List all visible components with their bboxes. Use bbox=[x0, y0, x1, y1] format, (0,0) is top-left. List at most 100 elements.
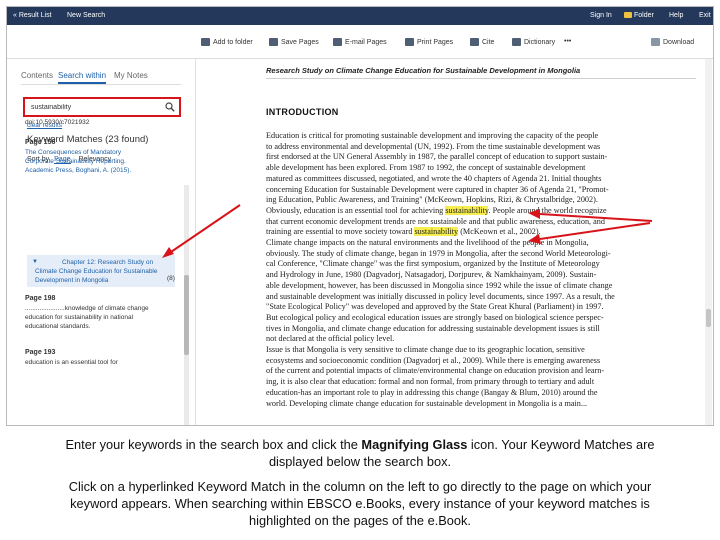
text-segment: Obviously, education is an essential too… bbox=[266, 205, 446, 215]
new-search-link[interactable]: New Search bbox=[67, 12, 105, 19]
text-segment: able development, however, has been disc… bbox=[266, 280, 613, 290]
chapter-match-count: (8) bbox=[167, 275, 175, 282]
text-line: matured as committees discussed, negotia… bbox=[266, 174, 601, 183]
text-segment: concerning Education for Sustainable Dev… bbox=[266, 184, 609, 194]
scrollbar-thumb[interactable] bbox=[706, 309, 711, 327]
text-line: and Hydrology in June, 1980 (Dagvadorj, … bbox=[266, 270, 596, 279]
search-box bbox=[23, 97, 181, 117]
text-segment: Climate change impacts on the natural en… bbox=[266, 238, 589, 247]
save-pages-button[interactable]: Save Pages bbox=[269, 38, 319, 46]
text-line: But ecological policy and ecological edu… bbox=[266, 313, 604, 322]
save-icon bbox=[269, 38, 278, 46]
text-segment: Issue is that Mongolia is very sensitive… bbox=[266, 345, 585, 354]
dictionary-icon bbox=[512, 38, 521, 46]
text-line: to address environmental and development… bbox=[266, 142, 600, 151]
tab-my-notes[interactable]: My Notes bbox=[114, 71, 148, 80]
text-segment: to address environmental and development… bbox=[266, 141, 601, 151]
text-line: education-has an important role to play … bbox=[266, 388, 598, 397]
chapter-title: Research Study on Climate Change Educati… bbox=[266, 66, 581, 75]
text-segment: not declared at the official policy leve… bbox=[266, 334, 395, 344]
tab-search-within[interactable]: Search within bbox=[58, 71, 107, 84]
text-line: not declared at the official policy leve… bbox=[266, 334, 394, 343]
result-snippet[interactable]: education is an essential tool for bbox=[25, 359, 118, 366]
text-segment: able development has been explored. From… bbox=[266, 163, 586, 173]
result-snippet[interactable]: educational standards. bbox=[25, 323, 90, 330]
text-line: first endorsed at the UN General Assembl… bbox=[266, 152, 607, 161]
text-segment: and sustainable development was initiall… bbox=[266, 291, 615, 301]
text-segment: . People around the world recognize bbox=[488, 205, 607, 215]
text-segment: ing, it is also clear that education: fo… bbox=[266, 377, 595, 387]
result-list-link[interactable]: « Result List bbox=[13, 12, 52, 19]
folder-link[interactable]: Folder bbox=[624, 12, 654, 19]
top-nav-bar: « Result List New Search Sign In Folder … bbox=[7, 7, 713, 25]
text-line: obviously. The study of climate change, … bbox=[266, 249, 611, 258]
text-segment: and Hydrology in June, 1980 (Dagvadorj, … bbox=[266, 270, 597, 280]
screenshot-frame: « Result List New Search Sign In Folder … bbox=[6, 6, 714, 426]
keyword-results-list: doi:10.5930/c7021932 Page 156 The Conseque… bbox=[25, 117, 175, 367]
result-page-link[interactable]: Page 198 bbox=[25, 295, 55, 302]
text-line: ing, it is also clear that education: fo… bbox=[266, 377, 594, 386]
instruction-paragraph-2: Click on a hyperlinked Keyword Match in … bbox=[68, 479, 652, 528]
text-segment: that current economic development trends… bbox=[266, 216, 605, 226]
exit-link[interactable]: Exit bbox=[699, 12, 711, 19]
text-line: ecosystems and socioeconomic condition (… bbox=[266, 356, 600, 365]
text-line: Obviously, education is an essential too… bbox=[266, 205, 607, 215]
text-line: training are essential to move society t… bbox=[266, 227, 541, 237]
sign-in-link[interactable]: Sign In bbox=[590, 12, 612, 19]
text-segment: matured as committees discussed, negotia… bbox=[266, 173, 602, 183]
left-panel-scrollbar[interactable] bbox=[184, 185, 189, 425]
add-to-folder-button[interactable]: Add to folder bbox=[201, 38, 253, 46]
text-line: world. Developing climate change educati… bbox=[266, 399, 587, 408]
text-segment: Education is critical for promoting sust… bbox=[266, 131, 599, 140]
tab-divider bbox=[21, 84, 181, 85]
chapter-link-line[interactable]: Climate Change Education for Sustainable bbox=[35, 268, 158, 275]
document-scrollbar[interactable] bbox=[705, 59, 712, 425]
text-segment: cal Conference, "Climate change" was the… bbox=[266, 259, 600, 269]
chapter-link-line[interactable]: Chapter 12: Research Study on bbox=[62, 259, 153, 266]
text-segment: (McKeown et al., 2002). bbox=[458, 227, 541, 237]
text-line: "State Ecological Policy" was developed … bbox=[266, 302, 604, 311]
print-icon bbox=[405, 38, 414, 46]
text-segment: ecosystems and socioeconomic condition (… bbox=[266, 355, 601, 365]
section-heading: INTRODUCTION bbox=[266, 107, 339, 117]
text-segment: But ecological policy and ecological edu… bbox=[266, 312, 604, 322]
help-link[interactable]: Help bbox=[669, 12, 683, 19]
folder-icon bbox=[624, 12, 632, 18]
print-pages-button[interactable]: Print Pages bbox=[405, 38, 453, 46]
text-line: of the current and potential impacts of … bbox=[266, 366, 604, 375]
scrollbar-thumb[interactable] bbox=[184, 275, 189, 355]
keyword-highlight: sustainability bbox=[445, 205, 489, 215]
page-toolbar: Add to folder Save Pages E-mail Pages Pr… bbox=[7, 25, 713, 59]
result-page-link[interactable]: Page 193 bbox=[25, 349, 55, 356]
result-snippet[interactable]: education for sustainability in national bbox=[25, 314, 133, 321]
download-icon bbox=[651, 38, 660, 46]
result-snippet[interactable]: Academic Press, Boghani, A. (2015). bbox=[25, 167, 131, 174]
keyword-highlight: sustainability bbox=[414, 227, 459, 237]
email-pages-button[interactable]: E-mail Pages bbox=[333, 38, 387, 46]
text-line: that current economic development trends… bbox=[266, 217, 605, 226]
search-input[interactable] bbox=[31, 101, 159, 113]
cite-button[interactable]: Cite bbox=[470, 38, 494, 46]
text-segment: ing Education, Public Awareness, and Tra… bbox=[266, 195, 598, 205]
instruction-paragraph-1: Enter your keywords in the search box an… bbox=[65, 437, 655, 469]
title-divider bbox=[266, 78, 696, 79]
email-icon bbox=[333, 38, 342, 46]
more-button[interactable]: ••• bbox=[564, 38, 571, 45]
text-line: Issue is that Mongolia is very sensitive… bbox=[266, 345, 585, 354]
result-snippet[interactable]: ......................knowledge of clima… bbox=[25, 305, 149, 312]
result-snippet[interactable]: Corporate Sustainability Reporting. bbox=[25, 158, 126, 165]
text-line: and sustainable development was initiall… bbox=[266, 292, 615, 301]
text-line: able development, however, has been disc… bbox=[266, 281, 612, 290]
text-segment: tives in Mongolia, and climate change ed… bbox=[266, 323, 600, 333]
magnifying-glass-emphasis: Magnifying Glass bbox=[361, 437, 468, 452]
triangle-down-icon[interactable]: ▼ bbox=[32, 259, 38, 265]
result-page-link[interactable]: Page 156 bbox=[25, 139, 55, 146]
text-segment: training are essential to move society t… bbox=[266, 227, 415, 237]
tab-contents[interactable]: Contents bbox=[21, 71, 53, 80]
download-button[interactable]: Download bbox=[651, 38, 694, 46]
magnifying-glass-icon[interactable] bbox=[165, 102, 175, 112]
result-snippet[interactable]: The Consequences of Mandatory bbox=[25, 149, 121, 156]
chapter-link-line[interactable]: Development in Mongolia bbox=[35, 277, 108, 284]
dictionary-button[interactable]: Dictionary bbox=[512, 38, 555, 46]
text-segment: education-has an important role to play … bbox=[266, 387, 598, 397]
